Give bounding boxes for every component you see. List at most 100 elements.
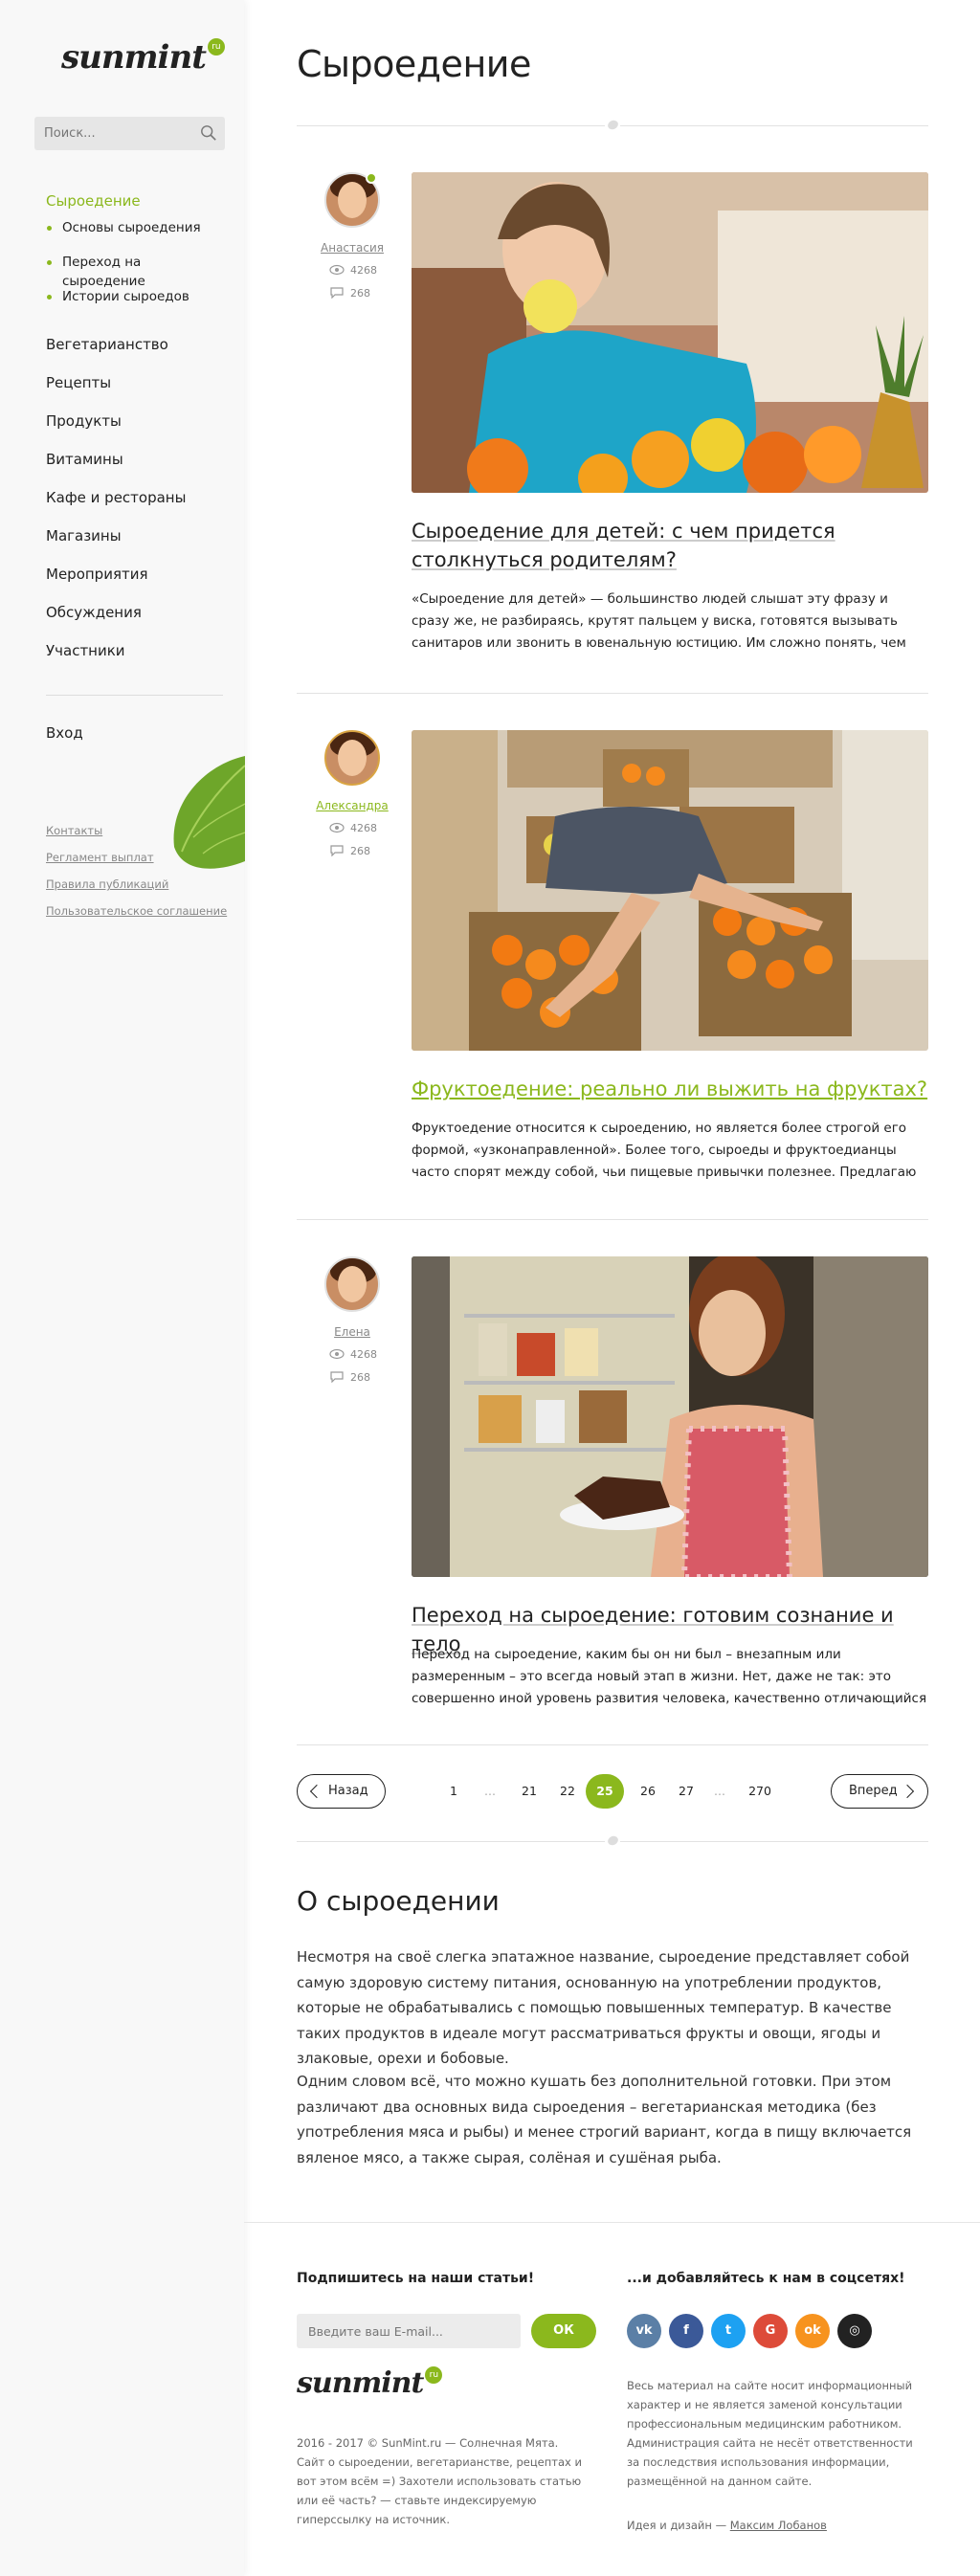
nav-submenu: Основы сыроедения Переход на сыроедение …	[46, 218, 228, 322]
twitter-icon[interactable]: t	[711, 2314, 746, 2348]
google-icon[interactable]: G	[753, 2314, 788, 2348]
author-name[interactable]: Анастасия	[304, 241, 400, 255]
logo-badge: ru	[207, 38, 225, 56]
post-author: Елена 4268 268	[304, 1256, 400, 1385]
page-link[interactable]: 21	[515, 1774, 544, 1809]
nav-item-cafes[interactable]: Кафе и рестораны	[46, 488, 228, 526]
section-divider	[297, 119, 928, 132]
site-logo[interactable]: sunmint ru	[61, 38, 225, 86]
nav-subitem[interactable]: Переход на сыроедение	[46, 253, 228, 289]
comments-count: 268	[329, 843, 400, 858]
nav-item-discussions[interactable]: Обсуждения	[46, 603, 228, 641]
footer-logo[interactable]: sunmint ru	[297, 2366, 443, 2400]
page-current[interactable]: 25	[586, 1774, 624, 1809]
nav-divider	[46, 695, 223, 696]
comment-icon	[330, 287, 344, 299]
search-icon[interactable]	[200, 124, 217, 142]
avatar-face	[338, 182, 367, 218]
post-image[interactable]	[412, 1256, 928, 1577]
views-value: 4268	[350, 263, 377, 277]
about-paragraph: Несмотря на своё слегка эпатажное назван…	[297, 1948, 910, 2067]
nav-item-active[interactable]: Сыроедение	[46, 191, 228, 218]
next-page-button[interactable]: Вперед	[831, 1774, 928, 1809]
nav-subitem[interactable]: Основы сыроедения	[46, 218, 228, 253]
comments-count: 268	[329, 285, 400, 300]
nav-subitem[interactable]: Истории сыроедов	[46, 287, 228, 322]
comment-icon	[330, 1371, 344, 1383]
eye-icon	[329, 822, 345, 833]
section-divider	[297, 1834, 928, 1848]
pagination: Назад 1 ... 21 22 25 26 27 ... 270 Впере…	[297, 1774, 928, 1809]
author-name[interactable]: Елена	[304, 1325, 400, 1339]
site-footer: Подпишитесь на наши статьи! ОК ...и доба…	[244, 2222, 980, 2576]
credit-prefix: Идея и дизайн —	[627, 2519, 727, 2532]
post-title-link[interactable]: Сыроедение для детей: с чем придется сто…	[412, 517, 928, 574]
post-card: Елена 4268 268 Переход на сыроедение: го…	[297, 1256, 928, 1783]
social-title: ...и добавляйтесь к нам в соцсетях!	[627, 2271, 905, 2286]
post-author: Александра 4268 268	[304, 730, 400, 858]
post-excerpt: «Сыроедение для детей» — большинство люд…	[412, 591, 906, 651]
footer-link-contacts[interactable]: Контакты	[46, 823, 227, 850]
page-link[interactable]: 270	[743, 1774, 777, 1809]
about-paragraph: Одним словом всё, что можно кушать без д…	[297, 2073, 912, 2166]
comments-value: 268	[350, 844, 370, 857]
page-link[interactable]: 1	[444, 1774, 463, 1809]
login-link[interactable]: Вход	[46, 724, 83, 742]
woman-fridge-image	[412, 1256, 928, 1577]
prev-page-button[interactable]: Назад	[297, 1774, 386, 1809]
girl-eating-apple-image	[412, 172, 928, 493]
nav-item-shops[interactable]: Магазины	[46, 526, 228, 565]
vk-icon[interactable]: vk	[627, 2314, 661, 2348]
chevron-left-icon	[309, 1784, 324, 1799]
sidebar: sunmintru Сыроедение Основы сыроедения П…	[0, 0, 245, 2576]
odnoklassniki-icon[interactable]: ok	[795, 2314, 830, 2348]
main-nav: Сыроедение Основы сыроедения Переход на …	[46, 191, 228, 679]
post-title-link[interactable]: Фруктоедение: реально ли выжить на фрукт…	[412, 1075, 928, 1103]
chevron-right-icon	[900, 1784, 915, 1799]
leaf-mark-icon	[605, 1834, 620, 1848]
nav-item-vegetarianism[interactable]: Вегетарианство	[46, 335, 228, 373]
post-divider	[297, 1744, 928, 1745]
post-divider	[297, 693, 928, 694]
avatar-face	[338, 1266, 367, 1302]
views-count: 4268	[329, 1346, 400, 1362]
nav-item-events[interactable]: Мероприятия	[46, 565, 228, 603]
footer-link-payouts[interactable]: Регламент выплат	[46, 850, 227, 877]
about-title: О сыроедении	[297, 1885, 500, 1917]
next-label: Вперед	[849, 1784, 898, 1798]
avatar[interactable]	[324, 1256, 380, 1312]
logo-badge: ru	[425, 2366, 443, 2384]
author-name[interactable]: Александра	[304, 799, 400, 812]
subscribe-button[interactable]: ОК	[531, 2314, 596, 2348]
online-indicator-icon	[366, 172, 377, 184]
avatar-face	[338, 740, 367, 776]
page-ellipsis: ...	[484, 1784, 496, 1798]
fruit-crates-image	[412, 730, 928, 1051]
post-excerpt: Переход на сыроедение, каким бы он ни бы…	[412, 1647, 927, 1706]
comments-value: 268	[350, 286, 370, 300]
page-title: Сыроедение	[297, 43, 531, 85]
page-link[interactable]: 26	[634, 1774, 662, 1809]
nav-item-vitamins[interactable]: Витамины	[46, 450, 228, 488]
avatar[interactable]	[324, 730, 380, 786]
footer-link-rules[interactable]: Правила публикаций	[46, 877, 227, 903]
footer-link-agreement[interactable]: Пользовательское соглашение	[46, 903, 227, 930]
email-input[interactable]	[297, 2314, 521, 2348]
disclaimer-text: Весь материал на сайте носит информацион…	[627, 2379, 913, 2488]
logo-text: sunmint	[61, 38, 207, 77]
post-image[interactable]	[412, 730, 928, 1051]
page-link[interactable]: 27	[672, 1774, 701, 1809]
post-image[interactable]	[412, 172, 928, 493]
views-count: 4268	[329, 262, 400, 278]
instagram-icon[interactable]: ◎	[837, 2314, 872, 2348]
views-value: 4268	[350, 1347, 377, 1361]
search-input[interactable]	[44, 117, 197, 150]
nav-item-recipes[interactable]: Рецепты	[46, 373, 228, 411]
nav-item-members[interactable]: Участники	[46, 641, 228, 679]
designer-link[interactable]: Максим Лобанов	[730, 2519, 827, 2532]
facebook-icon[interactable]: f	[669, 2314, 703, 2348]
nav-item-products[interactable]: Продукты	[46, 411, 228, 450]
page-link[interactable]: 22	[553, 1774, 582, 1809]
sidebar-footer-links: Контакты Регламент выплат Правила публик…	[46, 823, 227, 930]
search-box	[34, 117, 225, 150]
